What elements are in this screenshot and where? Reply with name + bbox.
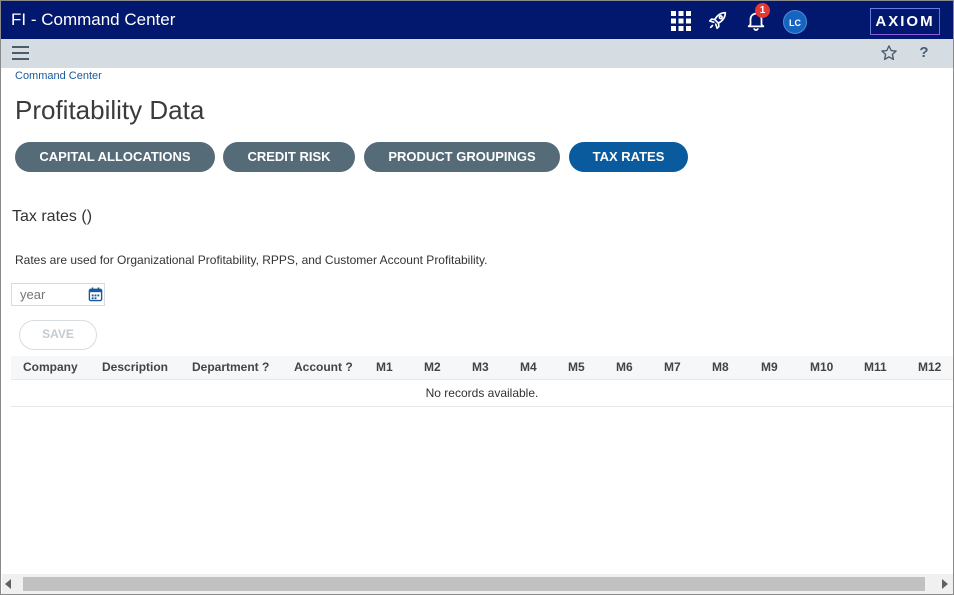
column-header-m12[interactable]: M12 [918,360,941,374]
year-input[interactable] [12,284,84,305]
scroll-left-icon[interactable] [5,579,11,589]
hamburger-icon[interactable] [12,46,29,60]
column-header-m9[interactable]: M9 [761,360,778,374]
section-title: Tax rates () [12,208,93,225]
horizontal-scrollbar[interactable] [2,574,953,594]
no-records-message: No records available. [425,386,539,400]
calendar-icon[interactable] [88,287,103,302]
column-header-m1[interactable]: M1 [376,360,393,374]
axiom-logo: AXIOM [870,8,940,35]
column-header-m4[interactable]: M4 [520,360,537,374]
column-header-m6[interactable]: M6 [616,360,633,374]
column-header-description[interactable]: Description [102,360,168,374]
column-header-department[interactable]: Department ? [192,360,269,374]
top-bar: FI - Command Center 1 LC AXIOM [1,1,953,39]
tab-credit-risk[interactable]: CREDIT RISK [223,142,355,172]
star-icon[interactable] [880,44,898,62]
column-header-m7[interactable]: M7 [664,360,681,374]
scroll-right-icon[interactable] [942,579,948,589]
year-picker [11,283,105,306]
save-button[interactable]: SAVE [19,320,97,350]
notification-badge: 1 [755,3,770,18]
column-header-m8[interactable]: M8 [712,360,729,374]
secondary-toolbar [1,39,953,68]
column-header-m3[interactable]: M3 [472,360,489,374]
app-window: FI - Command Center 1 LC AXIOM ? Command… [0,0,954,595]
grid-header: Company Description Department ? Account… [11,356,953,380]
help-icon[interactable]: ? [916,44,932,62]
apps-grid-icon[interactable] [671,11,691,31]
app-title: FI - Command Center [11,10,176,29]
scrollbar-thumb[interactable] [23,577,925,591]
page-title: Profitability Data [15,95,205,125]
breadcrumb[interactable]: Command Center [15,70,102,82]
tab-tax-rates[interactable]: TAX RATES [569,142,688,172]
user-avatar[interactable]: LC [783,10,807,34]
empty-row: No records available. [11,381,953,407]
column-header-m10[interactable]: M10 [810,360,833,374]
column-header-account[interactable]: Account ? [294,360,353,374]
tab-capital-allocations[interactable]: CAPITAL ALLOCATIONS [15,142,215,172]
notifications-button[interactable]: 1 [745,3,770,31]
column-header-company[interactable]: Company [23,360,78,374]
column-header-m5[interactable]: M5 [568,360,585,374]
section-description: Rates are used for Organizational Profit… [15,253,488,267]
tab-product-groupings[interactable]: PRODUCT GROUPINGS [364,142,560,172]
rocket-icon[interactable] [707,9,729,31]
column-header-m11[interactable]: M11 [864,360,887,374]
column-header-m2[interactable]: M2 [424,360,441,374]
